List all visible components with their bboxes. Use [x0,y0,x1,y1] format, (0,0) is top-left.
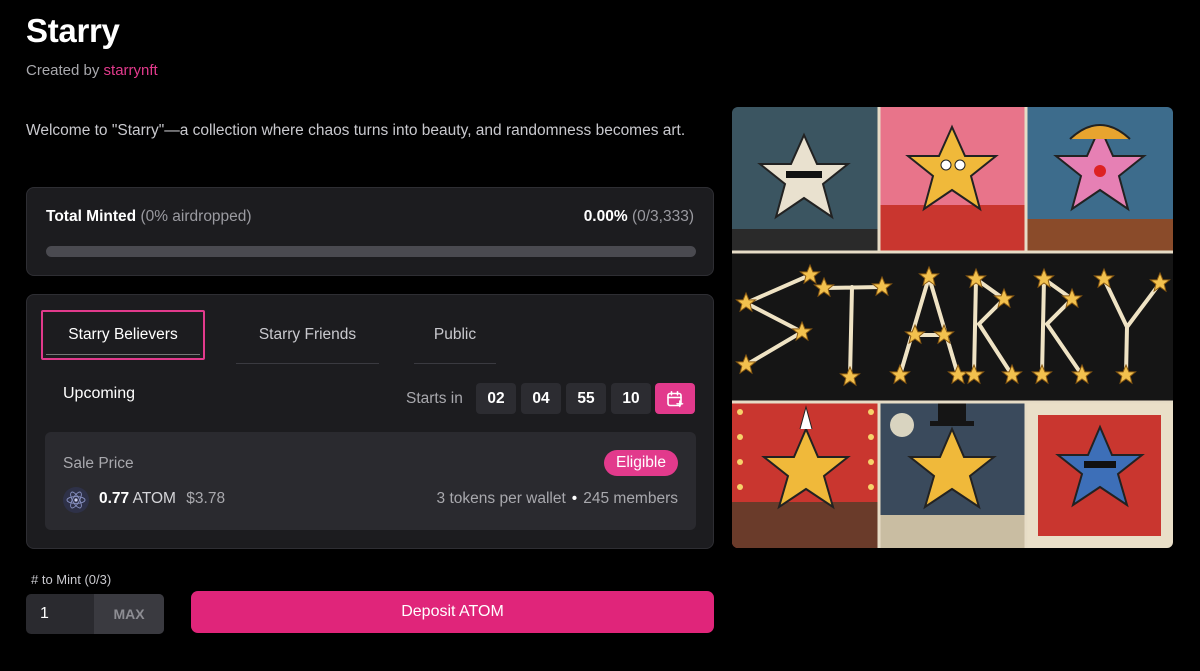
total-minted-title: Total Minted [46,208,137,225]
countdown-seconds: 10 [611,383,651,414]
calendar-add-icon [667,390,684,407]
quantity-stepper: MAX [26,594,164,634]
eligible-badge: Eligible [604,450,678,476]
airdrop-note: (0% airdropped) [140,208,252,225]
mint-limits: 3 tokens per wallet • 245 members [437,490,678,508]
deposit-atom-button[interactable]: Deposit ATOM [191,591,714,633]
tab-starry-believers[interactable]: Starry Believers [41,310,205,360]
countdown-hours: 04 [521,383,561,414]
atom-logo-icon [63,487,89,513]
tokens-per-wallet: 3 tokens per wallet [436,490,566,507]
mint-progress-bar [46,246,696,257]
phase-status: Upcoming [63,385,136,402]
minted-count: (0/3,333) [631,208,694,225]
quantity-input[interactable] [26,594,94,634]
countdown-minutes: 55 [566,383,606,414]
separator-dot: • [571,490,578,507]
sale-price: 0.77 ATOM $3.78 [99,490,225,508]
countdown-days: 02 [476,383,516,414]
artwork-image [732,107,1173,548]
tab-starry-friends[interactable]: Starry Friends [236,310,379,364]
collection-title: Starry [26,12,120,49]
collection-artwork [732,107,1173,548]
minted-percent: 0.00% (0/3,333) [584,208,694,226]
mint-progress-panel: Total Minted (0% airdropped) 0.00% (0/3,… [26,187,714,276]
to-mint-label: # to Mint (0/3) [31,572,112,587]
creator-link[interactable]: starrynft [104,62,158,79]
starts-in-label: Starts in [406,390,463,407]
total-minted-label: Total Minted (0% airdropped) [46,208,252,226]
sale-price-box: Sale Price Eligible 0.77 ATOM $3.78 3 to… [45,432,696,530]
mint-phase-panel: Starry Believers Starry Friends Public U… [26,294,714,549]
minted-percent-value: 0.00% [583,208,628,225]
sale-price-label: Sale Price [63,455,134,472]
created-prefix: Created by [26,62,104,79]
created-by: Created by starrynft [26,62,158,79]
price-unit: ATOM [132,490,176,507]
max-button[interactable]: MAX [94,594,164,634]
tab-public[interactable]: Public [414,310,496,364]
price-usd: $3.78 [186,490,226,507]
add-to-calendar-button[interactable] [655,383,695,414]
collection-description: Welcome to "Starry"—a collection where c… [26,122,686,139]
members-count: 245 members [583,490,678,507]
price-value: 0.77 [99,490,130,507]
